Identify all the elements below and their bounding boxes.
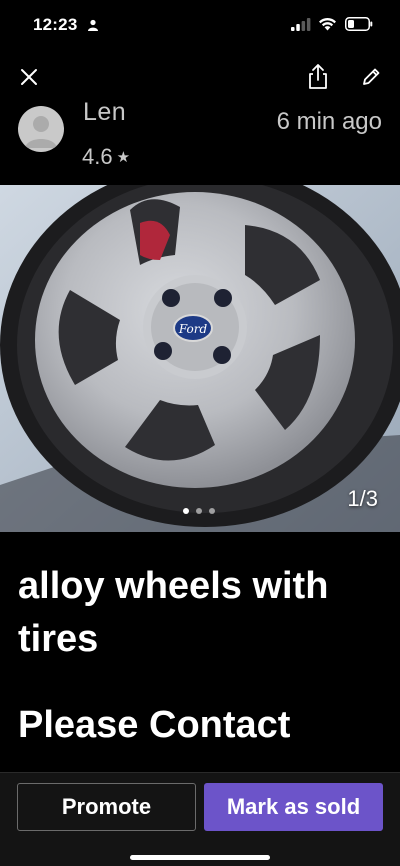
seller-rating: 4.6 ★ [82,144,130,170]
share-icon[interactable] [305,62,331,92]
signal-icon [291,18,311,31]
top-action-bar [0,58,400,98]
home-indicator[interactable] [130,855,270,860]
star-icon: ★ [116,149,131,166]
promote-button[interactable]: Promote [17,783,196,831]
status-time: 12:23 [33,15,78,34]
avatar[interactable] [18,106,64,152]
posted-time: 6 min ago [276,108,382,135]
wifi-icon [319,17,336,31]
seller-info[interactable]: Len 4.6 ★ 6 min ago [0,96,400,176]
hub-logo-text: Ford [178,322,208,336]
status-bar: 12:23 [0,0,400,52]
carousel-dots [183,508,215,514]
person-icon [88,19,98,31]
avatar-placeholder-icon [25,116,57,148]
battery-icon [345,17,373,31]
carousel-dot[interactable] [196,508,202,514]
mark-as-sold-button[interactable]: Mark as sold [204,783,383,831]
photo-counter: 1/3 [347,486,378,511]
listing-description: Please Contact [18,704,291,746]
carousel-dot[interactable] [183,508,189,514]
close-icon[interactable] [16,64,42,90]
carousel-dot[interactable] [209,508,215,514]
bottom-action-bar: Promote Mark as sold [0,772,400,866]
photo-carousel[interactable]: Ford 1/3 [0,185,400,532]
seller-name[interactable]: Len [83,98,126,127]
edit-icon[interactable] [358,64,384,90]
rating-value: 4.6 [82,144,113,169]
listing-title: alloy wheels with tires [18,565,329,660]
listing-photo[interactable]: Ford [0,185,400,532]
